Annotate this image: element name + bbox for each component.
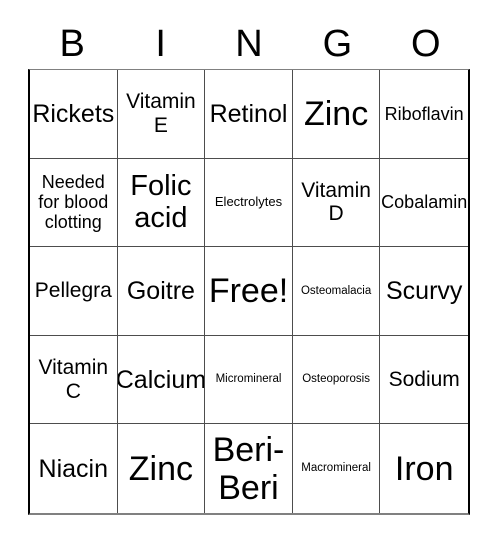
bingo-card: B I N G O Rickets Vitamin E Retinol Zinc Ribofla… [0, 0, 500, 544]
bingo-cell[interactable]: Macromineral [292, 424, 381, 513]
bingo-cell-label: Scurvy [385, 276, 463, 305]
bingo-cell[interactable]: Osteomalacia [292, 247, 381, 336]
bingo-cell[interactable]: Niacin [30, 424, 118, 513]
bingo-cell[interactable]: Micromineral [205, 335, 293, 425]
bingo-header-row: BINGO [28, 18, 470, 69]
bingo-header-letter-i: I [155, 22, 166, 65]
bingo-cell[interactable]: Scurvy [380, 247, 468, 336]
bingo-cell[interactable]: Pellegra [30, 247, 118, 336]
bingo-cell-label: Needed for blood clotting [38, 172, 109, 233]
bingo-header-letter-n: N [235, 22, 263, 65]
bingo-cell-label: Zinc [128, 449, 193, 488]
bingo-cell[interactable]: Goitre [117, 247, 206, 336]
bingo-cell-label: Niacin [38, 454, 109, 483]
bingo-cell[interactable]: Electrolytes [205, 158, 293, 248]
bingo-cell-label: Folic acid [130, 169, 192, 235]
bingo-cell[interactable]: Rickets [30, 70, 118, 159]
bingo-header-letter-o: O [411, 22, 441, 65]
bingo-cell[interactable]: Needed for blood clotting [30, 158, 118, 248]
bingo-cell-label: Vitamin D [301, 178, 371, 226]
bingo-cell[interactable]: Beri-Beri [205, 424, 293, 513]
bingo-header-letter-b: B [59, 22, 85, 65]
bingo-cell[interactable]: Folic acid [117, 158, 206, 248]
bingo-cell-label: Goitre [126, 276, 195, 305]
bingo-header-letter-g: G [322, 22, 353, 65]
bingo-cell[interactable]: Vitamin D [292, 158, 381, 248]
bingo-cell-label: Riboflavin [384, 103, 464, 124]
bingo-cell[interactable]: Sodium [380, 335, 468, 425]
bingo-cell-label: Osteomalacia [300, 284, 372, 297]
bingo-cell[interactable]: Zinc [292, 70, 381, 159]
bingo-cell[interactable]: Riboflavin [380, 70, 468, 159]
bingo-cell-label: Rickets [32, 99, 115, 128]
bingo-cell[interactable]: Vitamin C [30, 335, 118, 425]
bingo-cell[interactable]: Iron [380, 424, 468, 513]
bingo-cell-label: Sodium [388, 367, 460, 391]
bingo-cell-label: Pellegra [34, 279, 112, 303]
bingo-cell[interactable]: Osteoporosis [292, 335, 381, 425]
bingo-cell-label: Iron [394, 449, 454, 488]
bingo-cell-label: Electrolytes [214, 194, 283, 210]
bingo-cell-label: Calcium [117, 365, 206, 394]
bingo-cell-label: Retinol [209, 99, 288, 128]
bingo-cell-label: Vitamin C [38, 356, 109, 403]
bingo-cell-label: Free! [208, 271, 289, 310]
bingo-cell-label: Micromineral [215, 373, 282, 386]
bingo-cell[interactable]: Cobalamin [380, 158, 468, 248]
bingo-cell-label: Macromineral [301, 462, 371, 475]
bingo-free-space[interactable]: Free! [205, 247, 293, 336]
bingo-cell[interactable]: Retinol [205, 70, 293, 159]
bingo-cell-label: Beri-Beri [212, 430, 285, 507]
bingo-cell-label: Osteoporosis [302, 373, 370, 386]
bingo-cell[interactable]: Zinc [117, 424, 206, 513]
bingo-cell-label: Zinc [303, 94, 369, 133]
bingo-cell[interactable]: Vitamin E [117, 70, 206, 159]
bingo-cell[interactable]: Calcium [117, 335, 206, 425]
bingo-cell-label: Vitamin E [126, 90, 196, 137]
bingo-cell-label: Cobalamin [381, 192, 468, 213]
bingo-grid: Rickets Vitamin E Retinol Zinc Riboflavin Nee… [28, 69, 470, 515]
